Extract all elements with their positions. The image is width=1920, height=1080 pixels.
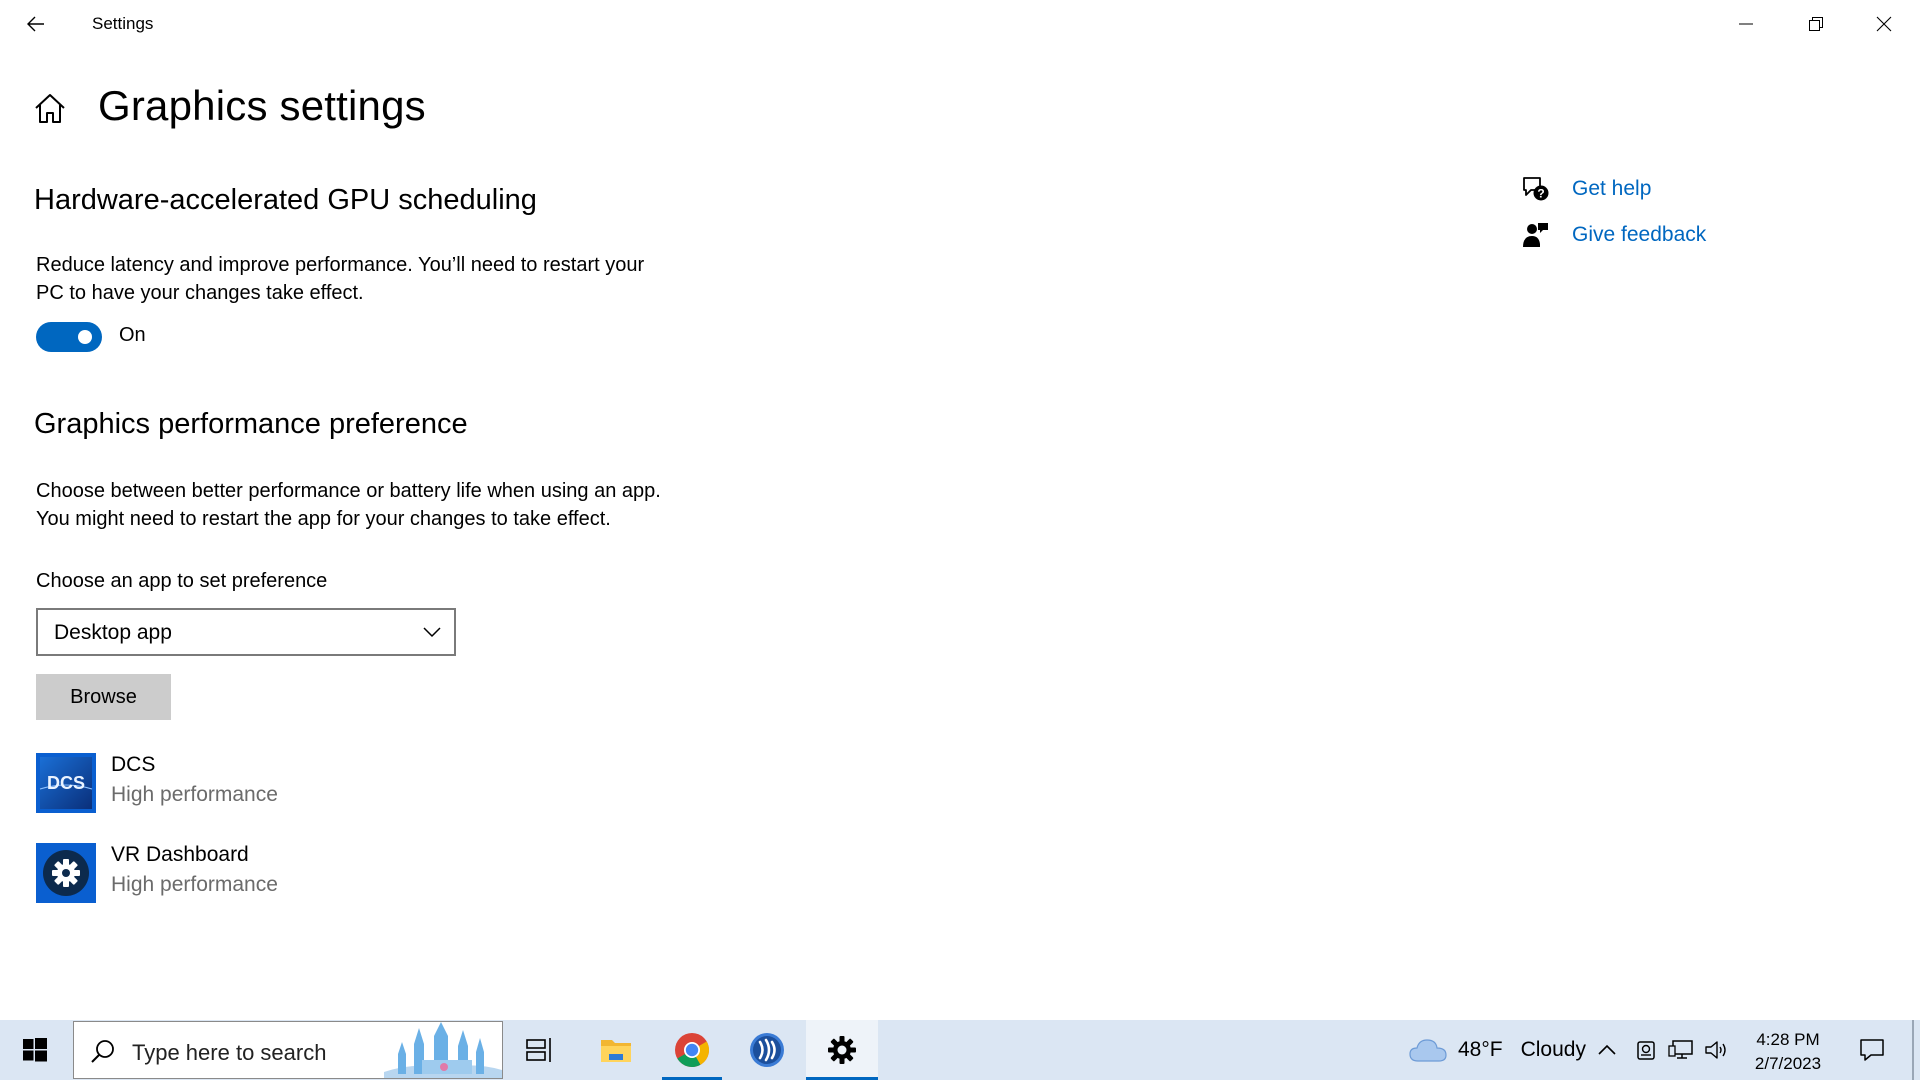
choose-app-label: Choose an app to set preference: [36, 570, 328, 592]
app-list-item-vr-dashboard[interactable]: VR Dashboard High performance: [36, 843, 636, 907]
network-button[interactable]: [1668, 1020, 1694, 1080]
perf-description-line-2: You might need to restart the app for yo…: [36, 508, 611, 530]
get-help-link[interactable]: ? Get help: [1520, 173, 1651, 205]
back-button[interactable]: [12, 4, 60, 44]
performance-preference-description: Choose between better performance or bat…: [36, 477, 716, 533]
gpu-description-line-2: PC to have your changes take effect.: [36, 282, 364, 304]
clock-time: 4:28 PM: [1756, 1030, 1820, 1049]
dcs-app-icon: DCS: [36, 753, 96, 813]
get-help-text: Get help: [1572, 177, 1652, 200]
close-icon: [1876, 16, 1892, 32]
app-list-item-dcs[interactable]: DCS DCS High performance: [36, 753, 636, 817]
folder-icon: [601, 1040, 631, 1062]
volume-button[interactable]: [1704, 1020, 1730, 1080]
gpu-scheduling-toggle[interactable]: [36, 322, 102, 352]
taskbar-clock[interactable]: 4:28 PM 2/7/2023: [1740, 1028, 1836, 1076]
app-preference: High performance: [111, 873, 278, 896]
task-view-button[interactable]: [510, 1020, 570, 1080]
toggle-state-label: On: [119, 324, 146, 346]
give-feedback-link[interactable]: Give feedback: [1520, 219, 1706, 251]
gpu-description-line-1: Reduce latency and improve performance. …: [36, 254, 645, 276]
settings-window: Settings Graphics settings Hardware-acce…: [0, 0, 1920, 1020]
cloud-icon: [1409, 1039, 1447, 1062]
home-button[interactable]: [32, 91, 68, 127]
svg-text:?: ?: [1537, 187, 1544, 201]
chrome-button[interactable]: [662, 1020, 722, 1080]
title-bar: Settings: [0, 0, 1920, 48]
toggle-knob: [78, 330, 92, 344]
camera-icon: [1637, 1041, 1655, 1060]
app-name: DCS: [111, 753, 156, 776]
minimize-button[interactable]: [1712, 0, 1780, 48]
minimize-icon: [1739, 23, 1753, 25]
back-arrow-icon: [27, 16, 44, 32]
action-center-button[interactable]: [1846, 1020, 1898, 1080]
vr-dashboard-app-icon: [36, 843, 96, 903]
notification-icon: [1860, 1039, 1884, 1061]
dcs-icon-text: DCS: [47, 773, 85, 793]
app-name: VR Dashboard: [111, 843, 249, 866]
app-preference: High performance: [111, 783, 278, 806]
steamvr-button[interactable]: [737, 1020, 797, 1080]
page-title: Graphics settings: [98, 82, 426, 129]
gpu-scheduling-description: Reduce latency and improve performance. …: [36, 251, 716, 307]
chevron-down-icon: [423, 627, 441, 638]
chevron-up-icon: [1598, 1044, 1616, 1055]
show-desktop-button[interactable]: [1912, 1020, 1914, 1080]
app-type-dropdown[interactable]: Desktop app: [36, 608, 456, 656]
windows-logo-icon: [23, 1038, 47, 1062]
settings-taskbar-button[interactable]: [806, 1020, 878, 1080]
dropdown-value: Desktop app: [54, 621, 172, 644]
browse-button[interactable]: Browse: [36, 674, 171, 720]
close-button[interactable]: [1850, 0, 1918, 48]
taskbar: Type here to search 48°F Cloudy 4:28 PM …: [0, 1020, 1920, 1080]
start-button[interactable]: [0, 1020, 70, 1080]
feedback-person-icon: [1520, 219, 1552, 251]
search-icon: [91, 1040, 114, 1063]
restore-icon: [1809, 17, 1823, 31]
search-highlight-castle-icon: [384, 1022, 502, 1078]
weather-widget[interactable]: 48°F Cloudy: [1408, 1020, 1586, 1080]
meet-now-button[interactable]: [1636, 1020, 1656, 1080]
restore-button[interactable]: [1782, 0, 1850, 48]
chat-help-icon: ?: [1520, 173, 1552, 205]
app-title: Settings: [92, 14, 154, 33]
perf-description-line-1: Choose between better performance or bat…: [36, 480, 661, 502]
file-explorer-button[interactable]: [586, 1020, 646, 1080]
give-feedback-text: Give feedback: [1572, 223, 1707, 246]
steamvr-icon: [750, 1033, 784, 1067]
performance-preference-heading: Graphics performance preference: [34, 408, 468, 440]
clock-date: 2/7/2023: [1754, 1054, 1822, 1073]
chrome-icon: [675, 1033, 709, 1067]
weather-temperature: 48°F: [1458, 1038, 1503, 1061]
network-icon: [1668, 1040, 1693, 1059]
search-placeholder: Type here to search: [132, 1040, 327, 1065]
show-hidden-icons-button[interactable]: [1596, 1020, 1618, 1080]
task-view-icon: [526, 1038, 551, 1062]
weather-condition: Cloudy: [1520, 1038, 1586, 1061]
speaker-icon: [1705, 1041, 1726, 1059]
gpu-scheduling-heading: Hardware-accelerated GPU scheduling: [34, 184, 537, 216]
home-icon: [35, 94, 65, 123]
taskbar-search-box[interactable]: Type here to search: [73, 1021, 503, 1079]
gear-icon: [828, 1036, 856, 1064]
